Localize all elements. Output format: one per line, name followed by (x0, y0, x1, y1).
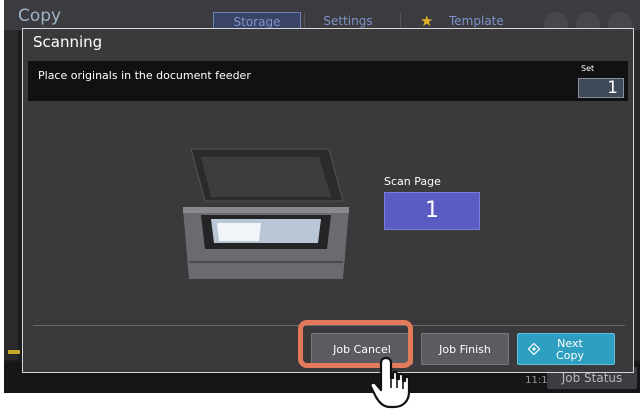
scan-page-count: 1 (384, 192, 480, 230)
left-panel (4, 30, 18, 360)
status-strip (8, 350, 20, 354)
set-label: Set (581, 64, 595, 73)
instruction-message: Place originals in the document feeder (38, 69, 251, 82)
time-text: 11:19 (525, 375, 554, 386)
app-title: Copy (18, 6, 62, 26)
message-bar: Place originals in the document feeder S… (28, 61, 628, 101)
start-diamond-icon (528, 343, 540, 355)
dialog-title: Scanning (33, 33, 103, 51)
set-count: 1 (578, 78, 624, 98)
job-finish-button[interactable]: Job Finish (421, 333, 509, 365)
next-copy-button[interactable]: Next Copy (517, 333, 615, 365)
scan-page-label: Scan Page (384, 175, 441, 188)
scanner-illustration (183, 148, 349, 279)
pointing-hand-icon (369, 356, 411, 409)
next-copy-label-line2: Copy (556, 349, 584, 362)
